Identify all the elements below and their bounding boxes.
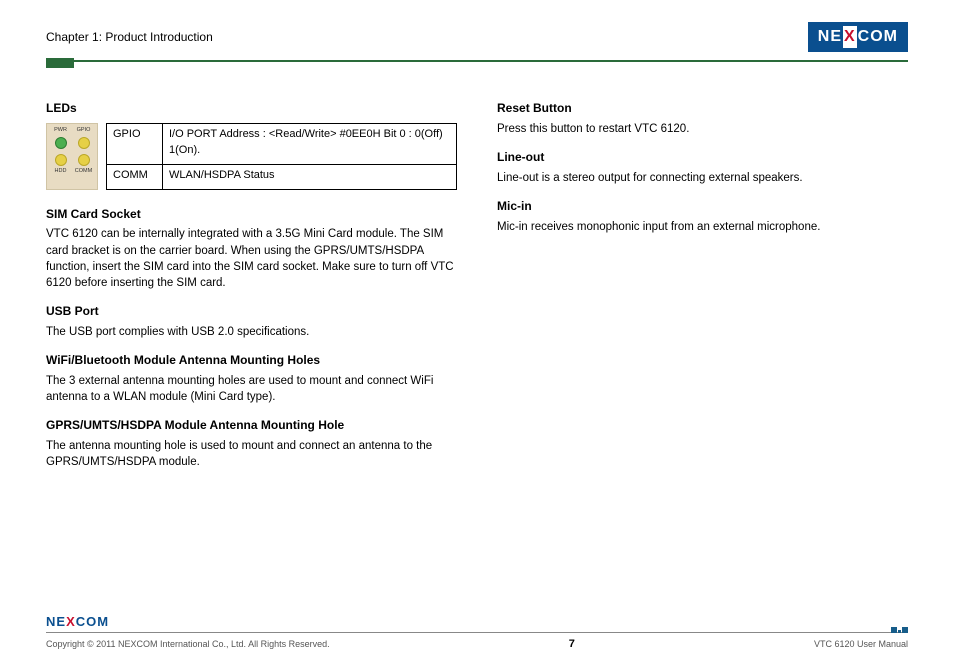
- micin-heading: Mic-in: [497, 198, 908, 215]
- lineout-heading: Line-out: [497, 149, 908, 166]
- led-row-name: COMM: [107, 165, 163, 189]
- led-dot-gpio: [78, 137, 90, 149]
- led-dot-comm: [78, 154, 90, 166]
- footer-rule: [46, 632, 908, 633]
- led-label-gpio: GPIO: [72, 128, 95, 134]
- chapter-title: Chapter 1: Product Introduction: [46, 29, 213, 46]
- wifi-heading: WiFi/Bluetooth Module Antenna Mounting H…: [46, 352, 457, 369]
- led-dot-pwr: [55, 137, 67, 149]
- led-label-comm: COMM: [72, 169, 95, 185]
- copyright-text: Copyright © 2011 NEXCOM International Co…: [46, 638, 330, 651]
- logo-text-pre: NE: [818, 26, 842, 48]
- gprs-text: The antenna mounting hole is used to mou…: [46, 438, 457, 470]
- led-row-desc: WLAN/HSDPA Status: [163, 165, 457, 189]
- led-row-desc: I/O PORT Address : <Read/Write> #0EE0H B…: [163, 124, 457, 165]
- brand-logo: NEXCOM: [808, 22, 908, 52]
- footer-logo-x: X: [66, 613, 76, 631]
- manual-name: VTC 6120 User Manual: [814, 638, 908, 651]
- decorative-squares-icon: [891, 627, 908, 633]
- leds-table: GPIO I/O PORT Address : <Read/Write> #0E…: [106, 123, 457, 190]
- leds-heading: LEDs: [46, 100, 457, 117]
- led-row-name: GPIO: [107, 124, 163, 165]
- footer-brand-logo: NEXCOM: [46, 613, 109, 631]
- reset-text: Press this button to restart VTC 6120.: [497, 121, 908, 137]
- micin-text: Mic-in receives monophonic input from an…: [497, 219, 908, 235]
- lineout-text: Line-out is a stereo output for connecti…: [497, 170, 908, 186]
- table-row: COMM WLAN/HSDPA Status: [107, 165, 457, 189]
- logo-text-post: COM: [858, 26, 898, 48]
- usb-heading: USB Port: [46, 303, 457, 320]
- wifi-text: The 3 external antenna mounting holes ar…: [46, 373, 457, 405]
- led-label-hdd: HDD: [49, 169, 72, 185]
- sim-text: VTC 6120 can be internally integrated wi…: [46, 226, 457, 290]
- logo-text-x: X: [843, 26, 857, 48]
- sim-heading: SIM Card Socket: [46, 206, 457, 223]
- header-rule: [46, 60, 908, 62]
- footer-logo-post: COM: [76, 613, 109, 631]
- reset-heading: Reset Button: [497, 100, 908, 117]
- gprs-heading: GPRS/UMTS/HSDPA Module Antenna Mounting …: [46, 417, 457, 434]
- led-dot-hdd: [55, 154, 67, 166]
- footer-logo-pre: NE: [46, 613, 66, 631]
- page-number: 7: [569, 637, 575, 652]
- table-row: GPIO I/O PORT Address : <Read/Write> #0E…: [107, 124, 457, 165]
- leds-diagram: PWR GPIO HDD COMM: [46, 123, 98, 190]
- led-label-pwr: PWR: [49, 128, 72, 134]
- usb-text: The USB port complies with USB 2.0 speci…: [46, 324, 457, 340]
